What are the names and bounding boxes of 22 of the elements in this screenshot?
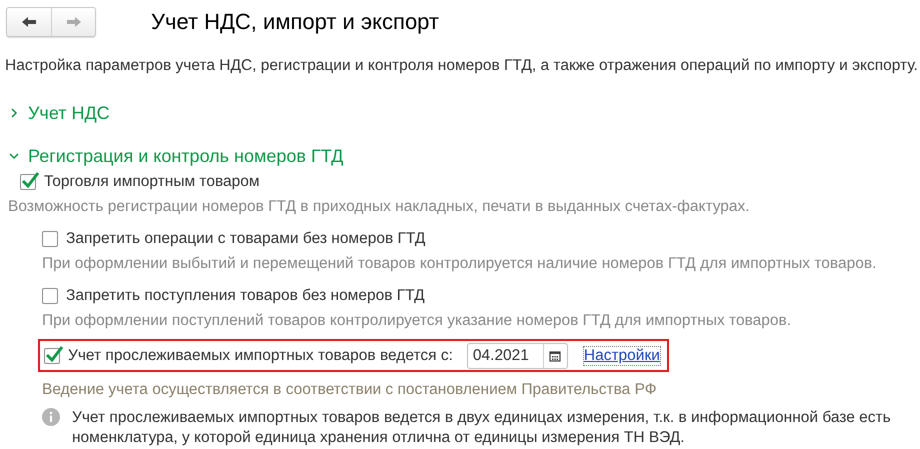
note-text: Ведение учета осуществляется в соответствии с постановлением Правительства РФ <box>42 381 658 399</box>
checkbox-label: Запретить поступления товаров без номеров ГТД <box>66 286 425 304</box>
section-title[interactable]: Учет НДС <box>28 102 110 124</box>
checkbox[interactable] <box>42 288 58 304</box>
hint-text: При оформлении поступлений товаров контролируется указание номеров ГТД для импортных товаров. <box>42 311 792 331</box>
info-text: Учет прослеживаемых импортных товаров ведется в двух единицах измерения, т.к. в информационной базе есть номенклатура, у которой единица хранения отлична от единицы измерения ТН ВЭД. <box>72 408 892 448</box>
section-title[interactable]: Регистрация и контроль номеров ГТД <box>28 146 344 166</box>
page-description: Настройка параметров учета НДС, регистрации и контроля номеров ГТД, а также отражения операций по импорту и экспорту. <box>5 57 919 75</box>
left-arrow-icon <box>21 16 37 28</box>
page-title: Учет НДС, импорт и экспорт <box>151 9 440 35</box>
hint-text: При оформлении выбытий и перемещений товаров контролируется наличие номеров ГТД для импортных товаров. <box>42 254 878 274</box>
checkbox-label: Торговля импортным товаром <box>44 172 260 190</box>
settings-link[interactable]: Настройки <box>584 346 660 364</box>
checkbox[interactable] <box>42 230 58 246</box>
chevron-right-icon[interactable] <box>9 107 19 119</box>
calendar-icon <box>549 350 562 362</box>
right-arrow-icon <box>66 16 82 28</box>
date-field[interactable]: 04.2021 <box>466 342 568 368</box>
info-icon <box>42 408 60 426</box>
checkbox-label: Запретить операции с товарами без номеров ГТД <box>66 230 426 248</box>
hint-text: Возможность регистрации номеров ГТД в приходных накладных, печати в выданных счетах-фактурах. <box>8 197 751 217</box>
checkbox-label: Учет прослеживаемых импортных товаров ведется с: <box>68 346 453 364</box>
